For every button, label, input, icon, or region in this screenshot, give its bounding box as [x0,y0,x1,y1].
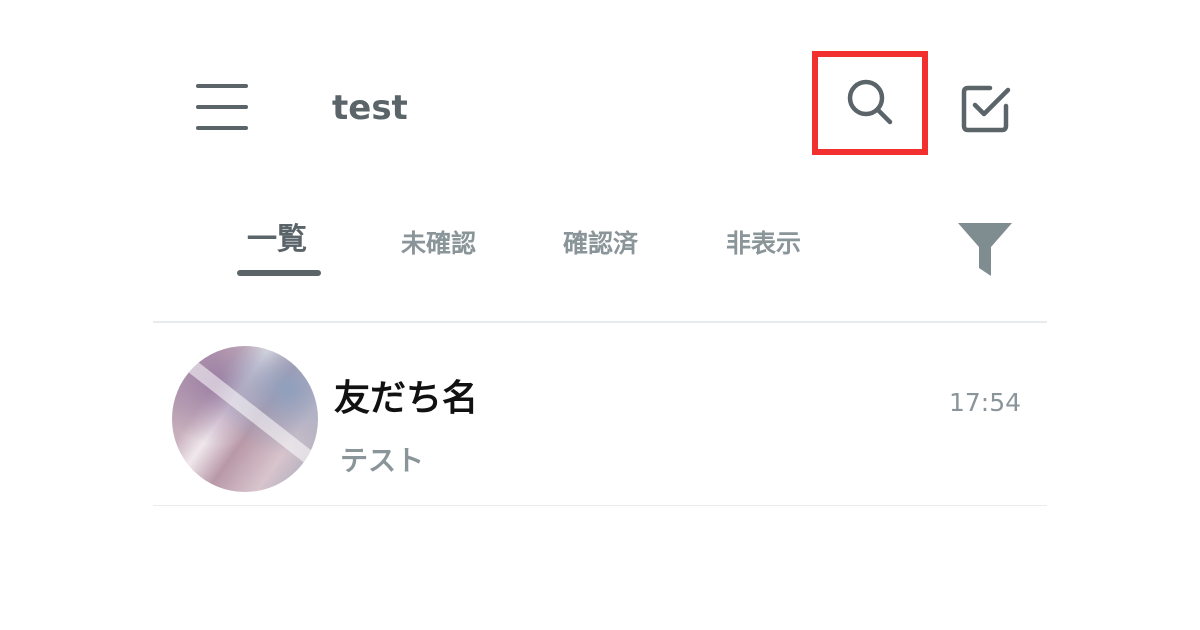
tab-all[interactable]: 一覧 [247,222,307,258]
avatar [172,346,318,492]
menu-button[interactable] [196,84,248,132]
friend-name: 友だち名 [334,378,479,419]
tab-hidden[interactable]: 非表示 [726,226,801,262]
filter-icon [958,223,1012,276]
tab-unconfirmed[interactable]: 未確認 [401,226,476,262]
menu-bar [196,126,248,130]
message-timestamp: 17:54 [948,388,1021,417]
chat-list-screen: test 一覧 未確認 確認済 非表示 友だち名 テスト 17:54 [0,0,1200,630]
avatar-highlight [172,346,318,481]
last-message-preview: テスト [340,444,425,477]
checkbox-edit-icon [961,85,1011,133]
divider [153,321,1047,323]
menu-bar [196,105,248,109]
search-button[interactable] [812,51,928,155]
tab-confirmed[interactable]: 確認済 [563,226,638,262]
menu-bar [196,84,248,88]
chat-list-item[interactable]: 友だち名 テスト 17:54 [153,324,1047,504]
divider [153,505,1047,506]
search-icon [847,79,893,125]
compose-button[interactable] [958,82,1014,136]
page-title: test [332,88,408,128]
filter-button[interactable] [956,220,1014,278]
active-tab-indicator [237,270,321,276]
